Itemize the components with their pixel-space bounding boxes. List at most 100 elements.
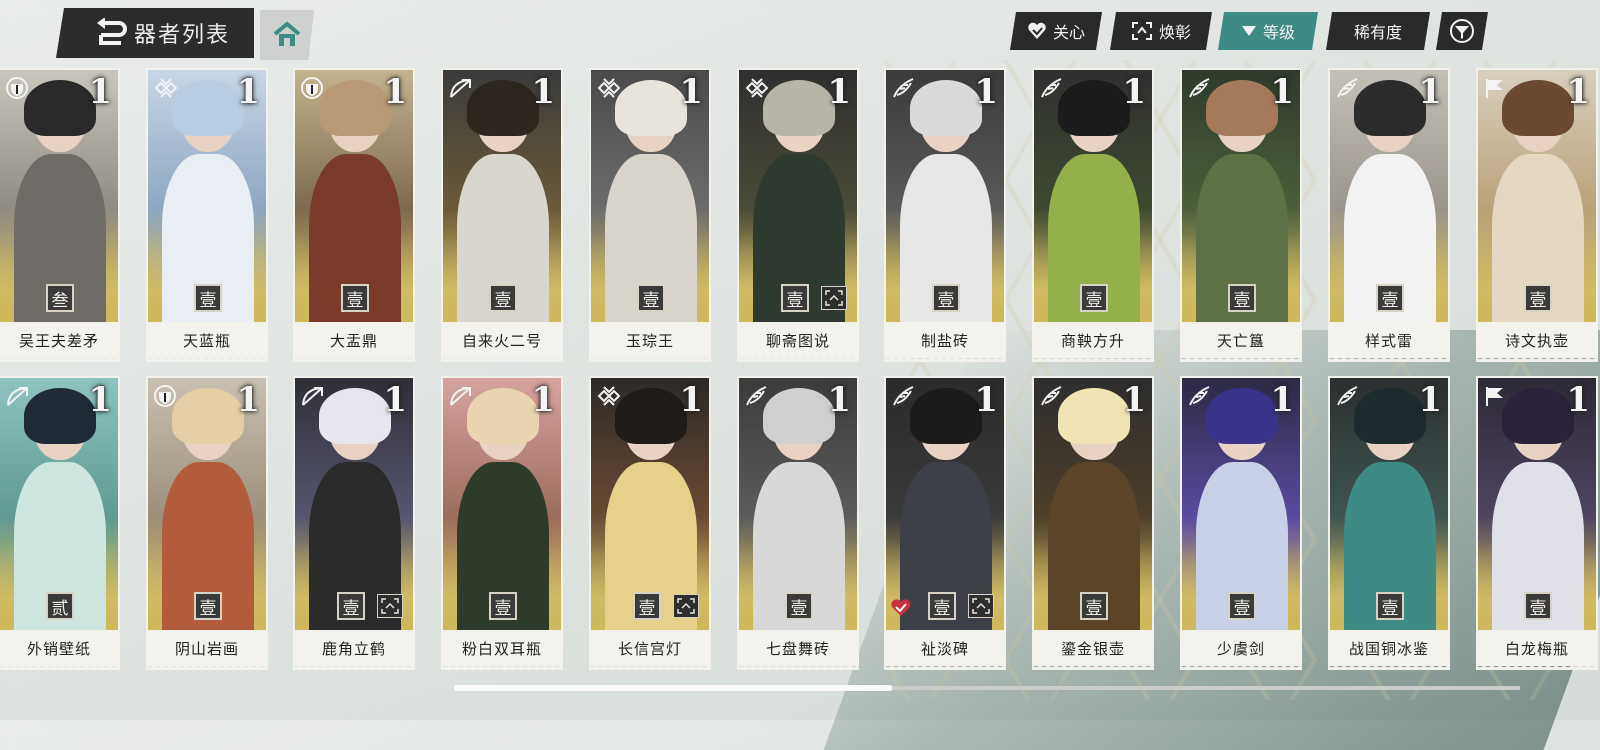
rank-badge: 壹 <box>1376 592 1404 620</box>
rank-badge: 壹 <box>1524 592 1552 620</box>
character-card[interactable]: 1 壹 鎏金银壶 <box>1032 376 1154 670</box>
rank-badge: 壹 <box>932 284 960 312</box>
rank-badge: 壹 <box>1228 592 1256 620</box>
sort-rarity-label: 稀有度 <box>1353 23 1402 42</box>
portrait-figure-hair <box>910 80 982 136</box>
care-heart-icon <box>890 598 912 618</box>
character-card[interactable]: 1 壹 白龙梅瓶 <box>1476 376 1598 670</box>
rank-badge: 壹 <box>489 284 517 312</box>
scrollbar-thumb[interactable] <box>454 685 892 691</box>
character-portrait: 1 叁 <box>0 70 118 322</box>
rank-badge: 壹 <box>194 592 222 620</box>
character-card[interactable]: 1 壹 祉淡碑 <box>884 376 1006 670</box>
portrait-figure-hair <box>172 80 244 136</box>
rank-badge: 壹 <box>1080 284 1108 312</box>
filter-care-button[interactable]: 关心 <box>1010 12 1102 50</box>
character-card[interactable]: 1 壹 七盘舞砖 <box>737 376 859 670</box>
character-card[interactable]: 1 壹 阴山岩画 <box>146 376 268 670</box>
character-card[interactable]: 1 壹 自来火二号 <box>441 68 563 362</box>
character-card[interactable]: 1 壹 聊斋图说 <box>737 68 859 362</box>
character-card[interactable]: 1 壹 制盐砖 <box>884 68 1006 362</box>
character-card[interactable]: 1 壹 长信宫灯 <box>589 376 711 670</box>
character-card[interactable]: 1 壹 大盂鼎 <box>293 68 415 362</box>
character-card[interactable]: 1 壹 天蓝瓶 <box>146 68 268 362</box>
card-name: 商鞅方升 <box>1032 324 1154 356</box>
card-name: 诗文执壶 <box>1476 324 1598 356</box>
knot-icon <box>596 385 621 407</box>
sort-rarity-button[interactable]: 稀有度 <box>1326 12 1430 50</box>
feather-icon <box>1039 77 1063 99</box>
feather-icon <box>1335 385 1359 407</box>
card-level: 1 <box>827 72 851 112</box>
feather-icon <box>1039 385 1063 407</box>
character-card[interactable]: 1 壹 战国铜冰鉴 <box>1328 376 1450 670</box>
feather-icon <box>891 77 915 99</box>
character-card[interactable]: 1 壹 玉琮王 <box>589 68 711 362</box>
heart-icon <box>1027 22 1047 40</box>
card-level: 1 <box>1418 380 1442 420</box>
card-name: 玉琮王 <box>589 324 711 356</box>
character-card[interactable]: 1 贰 外销壁纸 <box>0 376 120 670</box>
ticket-edge <box>737 356 859 362</box>
focus-frame-icon <box>1131 21 1153 41</box>
character-card[interactable]: 1 壹 鹿角立鹤 <box>293 376 415 670</box>
portrait-figure-hair <box>24 80 96 136</box>
ticket-edge <box>293 356 415 362</box>
ticket-edge <box>884 664 1006 670</box>
ticket-edge <box>441 664 563 670</box>
card-name: 吴王夫差矛 <box>0 324 120 356</box>
card-name: 天亡簋 <box>1180 324 1302 356</box>
page-title: 器者列表 <box>134 23 231 48</box>
ticket-edge <box>589 664 711 670</box>
title-tab: 器者列表 <box>56 8 254 58</box>
card-level: 1 <box>1566 72 1590 112</box>
card-level: 1 <box>1122 380 1146 420</box>
character-portrait: 1 壹 <box>739 378 857 630</box>
character-card[interactable]: 1 壹 少虞剑 <box>1180 376 1302 670</box>
portrait-figure-hair <box>467 80 539 136</box>
card-level: 1 <box>88 380 112 420</box>
shield-icon <box>153 385 177 407</box>
filter-huanzhang-button[interactable]: 焕彰 <box>1110 12 1212 50</box>
character-portrait: 1 壹 <box>1330 378 1448 630</box>
rank-badge: 壹 <box>1524 284 1552 312</box>
rank-badge: 贰 <box>46 592 74 620</box>
card-level: 1 <box>236 72 260 112</box>
card-name: 白龙梅瓶 <box>1476 632 1598 664</box>
rank-badge: 壹 <box>341 284 369 312</box>
card-name: 天蓝瓶 <box>146 324 268 356</box>
character-portrait: 1 壹 <box>591 70 709 322</box>
character-card[interactable]: 1 壹 天亡簋 <box>1180 68 1302 362</box>
portrait-figure-hair <box>763 80 835 136</box>
back-arrow-icon[interactable] <box>90 13 130 53</box>
card-level: 1 <box>383 380 407 420</box>
portrait-figure-hair <box>1502 388 1574 444</box>
character-card[interactable]: 1 壹 诗文执壶 <box>1476 68 1598 362</box>
filter-care-label: 关心 <box>1052 23 1085 42</box>
character-card[interactable]: 1 壹 样式雷 <box>1328 68 1450 362</box>
character-card[interactable]: 1 壹 商鞅方升 <box>1032 68 1154 362</box>
ticket-edge <box>146 356 268 362</box>
filter-funnel-button[interactable] <box>1436 12 1488 50</box>
card-name: 粉白双耳瓶 <box>441 632 563 664</box>
character-card[interactable]: 1 壹 粉白双耳瓶 <box>441 376 563 670</box>
character-card[interactable]: 1 叁 吴王夫差矛 <box>0 68 120 362</box>
portrait-figure-hair <box>1354 388 1426 444</box>
funnel-icon <box>1449 18 1475 44</box>
feather-icon <box>1335 77 1359 99</box>
character-portrait: 1 壹 <box>443 378 561 630</box>
ticket-edge <box>146 664 268 670</box>
ticket-edge <box>0 664 120 670</box>
ticket-edge <box>884 356 1006 362</box>
sort-level-button[interactable]: 等级 <box>1218 12 1318 50</box>
huanzhang-icon <box>821 286 847 310</box>
card-level: 1 <box>827 380 851 420</box>
card-level: 1 <box>974 72 998 112</box>
home-button[interactable] <box>260 10 314 60</box>
portrait-figure-hair <box>1058 80 1130 136</box>
card-level: 1 <box>88 72 112 112</box>
rank-badge: 壹 <box>1080 592 1108 620</box>
bow-icon <box>300 385 324 407</box>
character-portrait: 1 壹 <box>1478 378 1596 630</box>
rank-badge: 壹 <box>1376 284 1404 312</box>
